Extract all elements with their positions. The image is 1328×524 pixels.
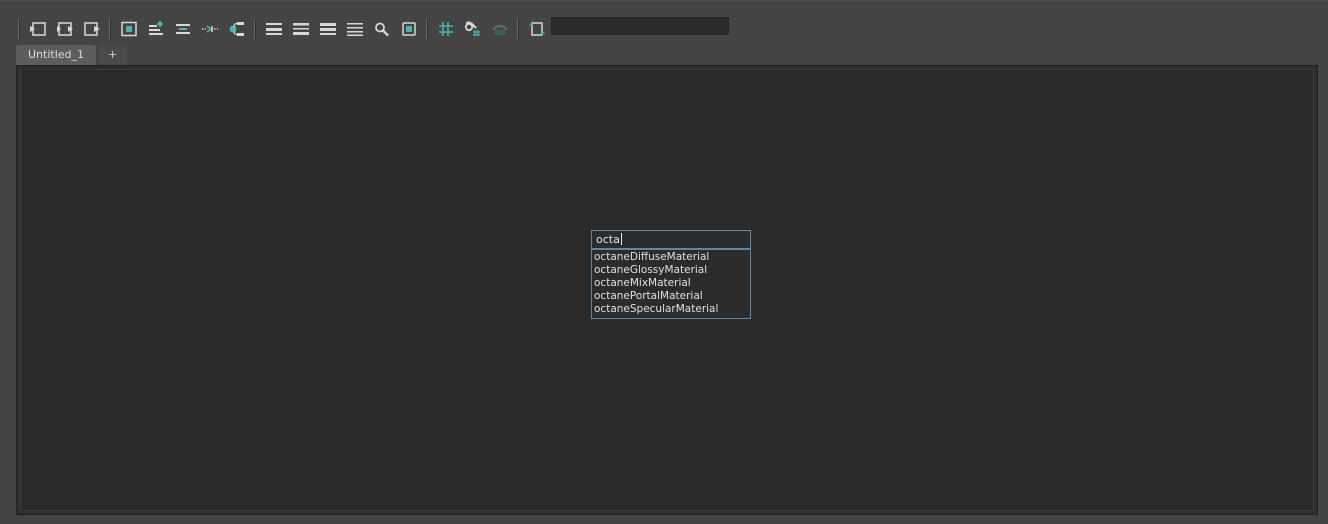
suggestion-item[interactable]: octaneSpecularMaterial [592, 303, 750, 316]
search-icon[interactable] [370, 17, 394, 41]
toolbar-separator [254, 19, 256, 39]
toolbar-separator [426, 19, 428, 39]
snap-to-grid-icon[interactable] [461, 17, 485, 41]
suggestion-item[interactable]: octaneGlossyMaterial [592, 264, 750, 277]
node-search-input[interactable]: octa [591, 230, 751, 249]
node-editor-window: Untitled_1 + octa octaneDiffuseMaterial … [0, 0, 1328, 524]
toolbar [14, 15, 550, 43]
show-connections-icon[interactable] [198, 17, 222, 41]
graph-input-output-icon[interactable] [53, 17, 77, 41]
frame-selection-icon[interactable] [117, 17, 141, 41]
toolbar-search-field[interactable] [551, 17, 729, 35]
toolbar-separator [18, 19, 20, 39]
tab-untitled-1[interactable]: Untitled_1 [16, 45, 97, 65]
graph-output-icon[interactable] [80, 17, 104, 41]
connected-mode-icon[interactable] [289, 17, 313, 41]
custom-mode-icon[interactable] [343, 17, 367, 41]
attribute-filter-icon[interactable] [488, 17, 512, 41]
text-caret [620, 233, 622, 245]
clear-graph-icon[interactable] [225, 17, 249, 41]
graph-input-icon[interactable] [26, 17, 50, 41]
suggestion-item[interactable]: octaneMixMaterial [592, 277, 750, 290]
full-mode-icon[interactable] [316, 17, 340, 41]
grid-icon[interactable] [434, 17, 458, 41]
suggestion-list: octaneDiffuseMaterial octaneGlossyMateri… [591, 249, 751, 319]
suggestion-item[interactable]: octaneDiffuseMaterial [592, 251, 750, 264]
tab-bar: Untitled_1 + [16, 45, 128, 65]
remove-selected-icon[interactable] [171, 17, 195, 41]
toolbar-separator [109, 19, 111, 39]
simple-mode-icon[interactable] [262, 17, 286, 41]
toggle-swatch-icon[interactable] [397, 17, 421, 41]
suggestion-item[interactable]: octanePortalMaterial [592, 290, 750, 303]
reload-icon[interactable] [525, 17, 549, 41]
toolbar-separator [517, 19, 519, 39]
node-search-text: octa [596, 233, 620, 246]
add-selected-icon[interactable] [144, 17, 168, 41]
add-tab-button[interactable]: + [98, 45, 128, 65]
